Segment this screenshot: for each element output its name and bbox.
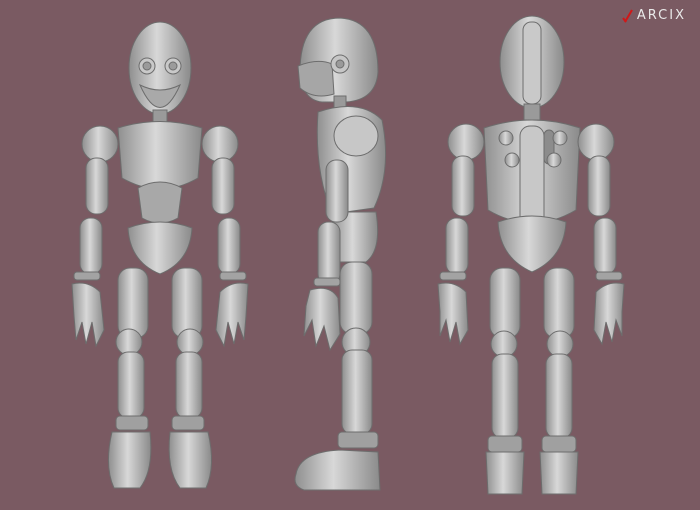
robot-side-view: [294, 17, 387, 491]
robot-back-view: [437, 15, 625, 495]
robot-front-view: [71, 21, 249, 489]
robot-shoulder-left: [81, 125, 119, 163]
robot-side-foot: [294, 449, 381, 491]
robot-hand-right: [215, 282, 249, 348]
brand-logo: ARCIX: [622, 8, 686, 23]
robot-back-bolt: [498, 130, 514, 146]
robot-spine: [519, 125, 545, 231]
robot-shoulder-right: [201, 125, 239, 163]
robot-model-views: [71, 15, 625, 495]
robot-foot-left: [108, 431, 152, 489]
robot-foot-right: [168, 431, 212, 489]
turnaround-sheet: ARCIX: [0, 0, 700, 510]
robot-back-bolt: [552, 130, 568, 146]
robot-hand-left: [71, 282, 105, 348]
robot-back-bolt: [546, 152, 562, 168]
robot-back-bolt: [504, 152, 520, 168]
robot-side-hand: [303, 287, 341, 352]
robot-torso: [117, 121, 203, 190]
brand-logo-text: ARCIX: [636, 8, 686, 23]
robot-pelvis: [127, 221, 193, 275]
logo-mark-icon: [622, 8, 633, 23]
